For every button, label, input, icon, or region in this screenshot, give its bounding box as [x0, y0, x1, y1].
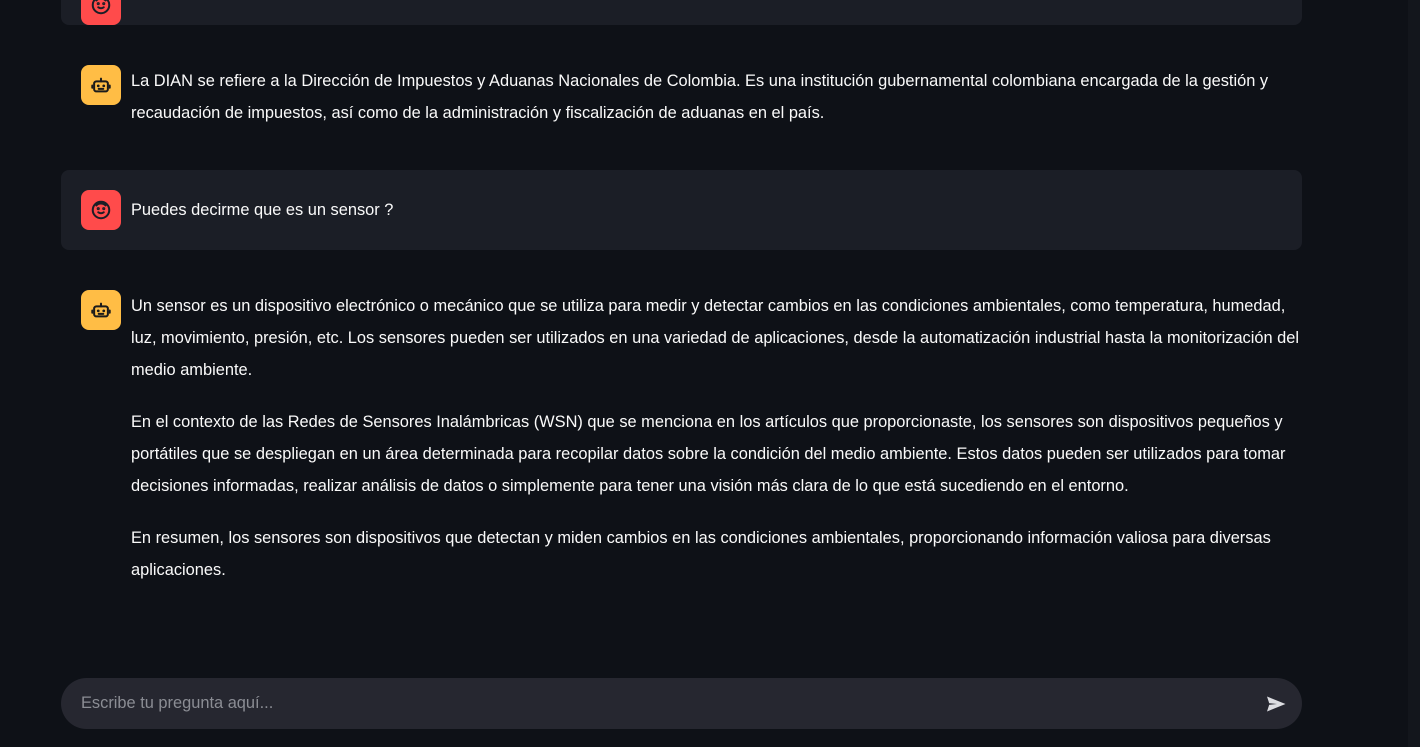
user-message-text: Puedes decirme que es un sensor ?	[131, 194, 1302, 226]
message-paragraph: En resumen, los sensores son dispositivo…	[131, 529, 1271, 579]
chat-message-assistant: La DIAN se refiere a la Dirección de Imp…	[61, 64, 1302, 134]
assistant-avatar	[81, 65, 121, 105]
chat-input-bar	[61, 678, 1302, 729]
chat-app: La DIAN se refiere a la Dirección de Imp…	[0, 0, 1420, 747]
user-avatar	[81, 0, 121, 25]
user-avatar	[81, 190, 121, 230]
message-paragraph: Puedes decirme que es un sensor ?	[131, 201, 394, 219]
assistant-avatar	[81, 290, 121, 330]
assistant-message-text: Un sensor es un dispositivo electrónico …	[131, 290, 1302, 586]
chat-message-user	[61, 0, 1302, 25]
message-paragraph: Un sensor es un dispositivo electrónico …	[131, 297, 1300, 379]
assistant-message-text: La DIAN se refiere a la Dirección de Imp…	[131, 65, 1302, 129]
message-paragraph: La DIAN se refiere a la Dirección de Imp…	[131, 72, 1269, 122]
chat-message-user: Puedes decirme que es un sensor ?	[61, 170, 1302, 250]
send-button[interactable]	[1262, 690, 1290, 718]
chat-input[interactable]	[81, 678, 1251, 729]
message-paragraph: En el contexto de las Redes de Sensores …	[131, 413, 1286, 495]
robot-icon	[91, 302, 111, 318]
user-face-icon	[91, 200, 111, 220]
chat-message-assistant: Un sensor es un dispositivo electrónico …	[61, 289, 1302, 629]
send-icon	[1267, 696, 1286, 712]
scrollbar[interactable]	[1408, 0, 1420, 747]
robot-icon	[91, 77, 111, 93]
user-face-icon	[91, 0, 111, 15]
